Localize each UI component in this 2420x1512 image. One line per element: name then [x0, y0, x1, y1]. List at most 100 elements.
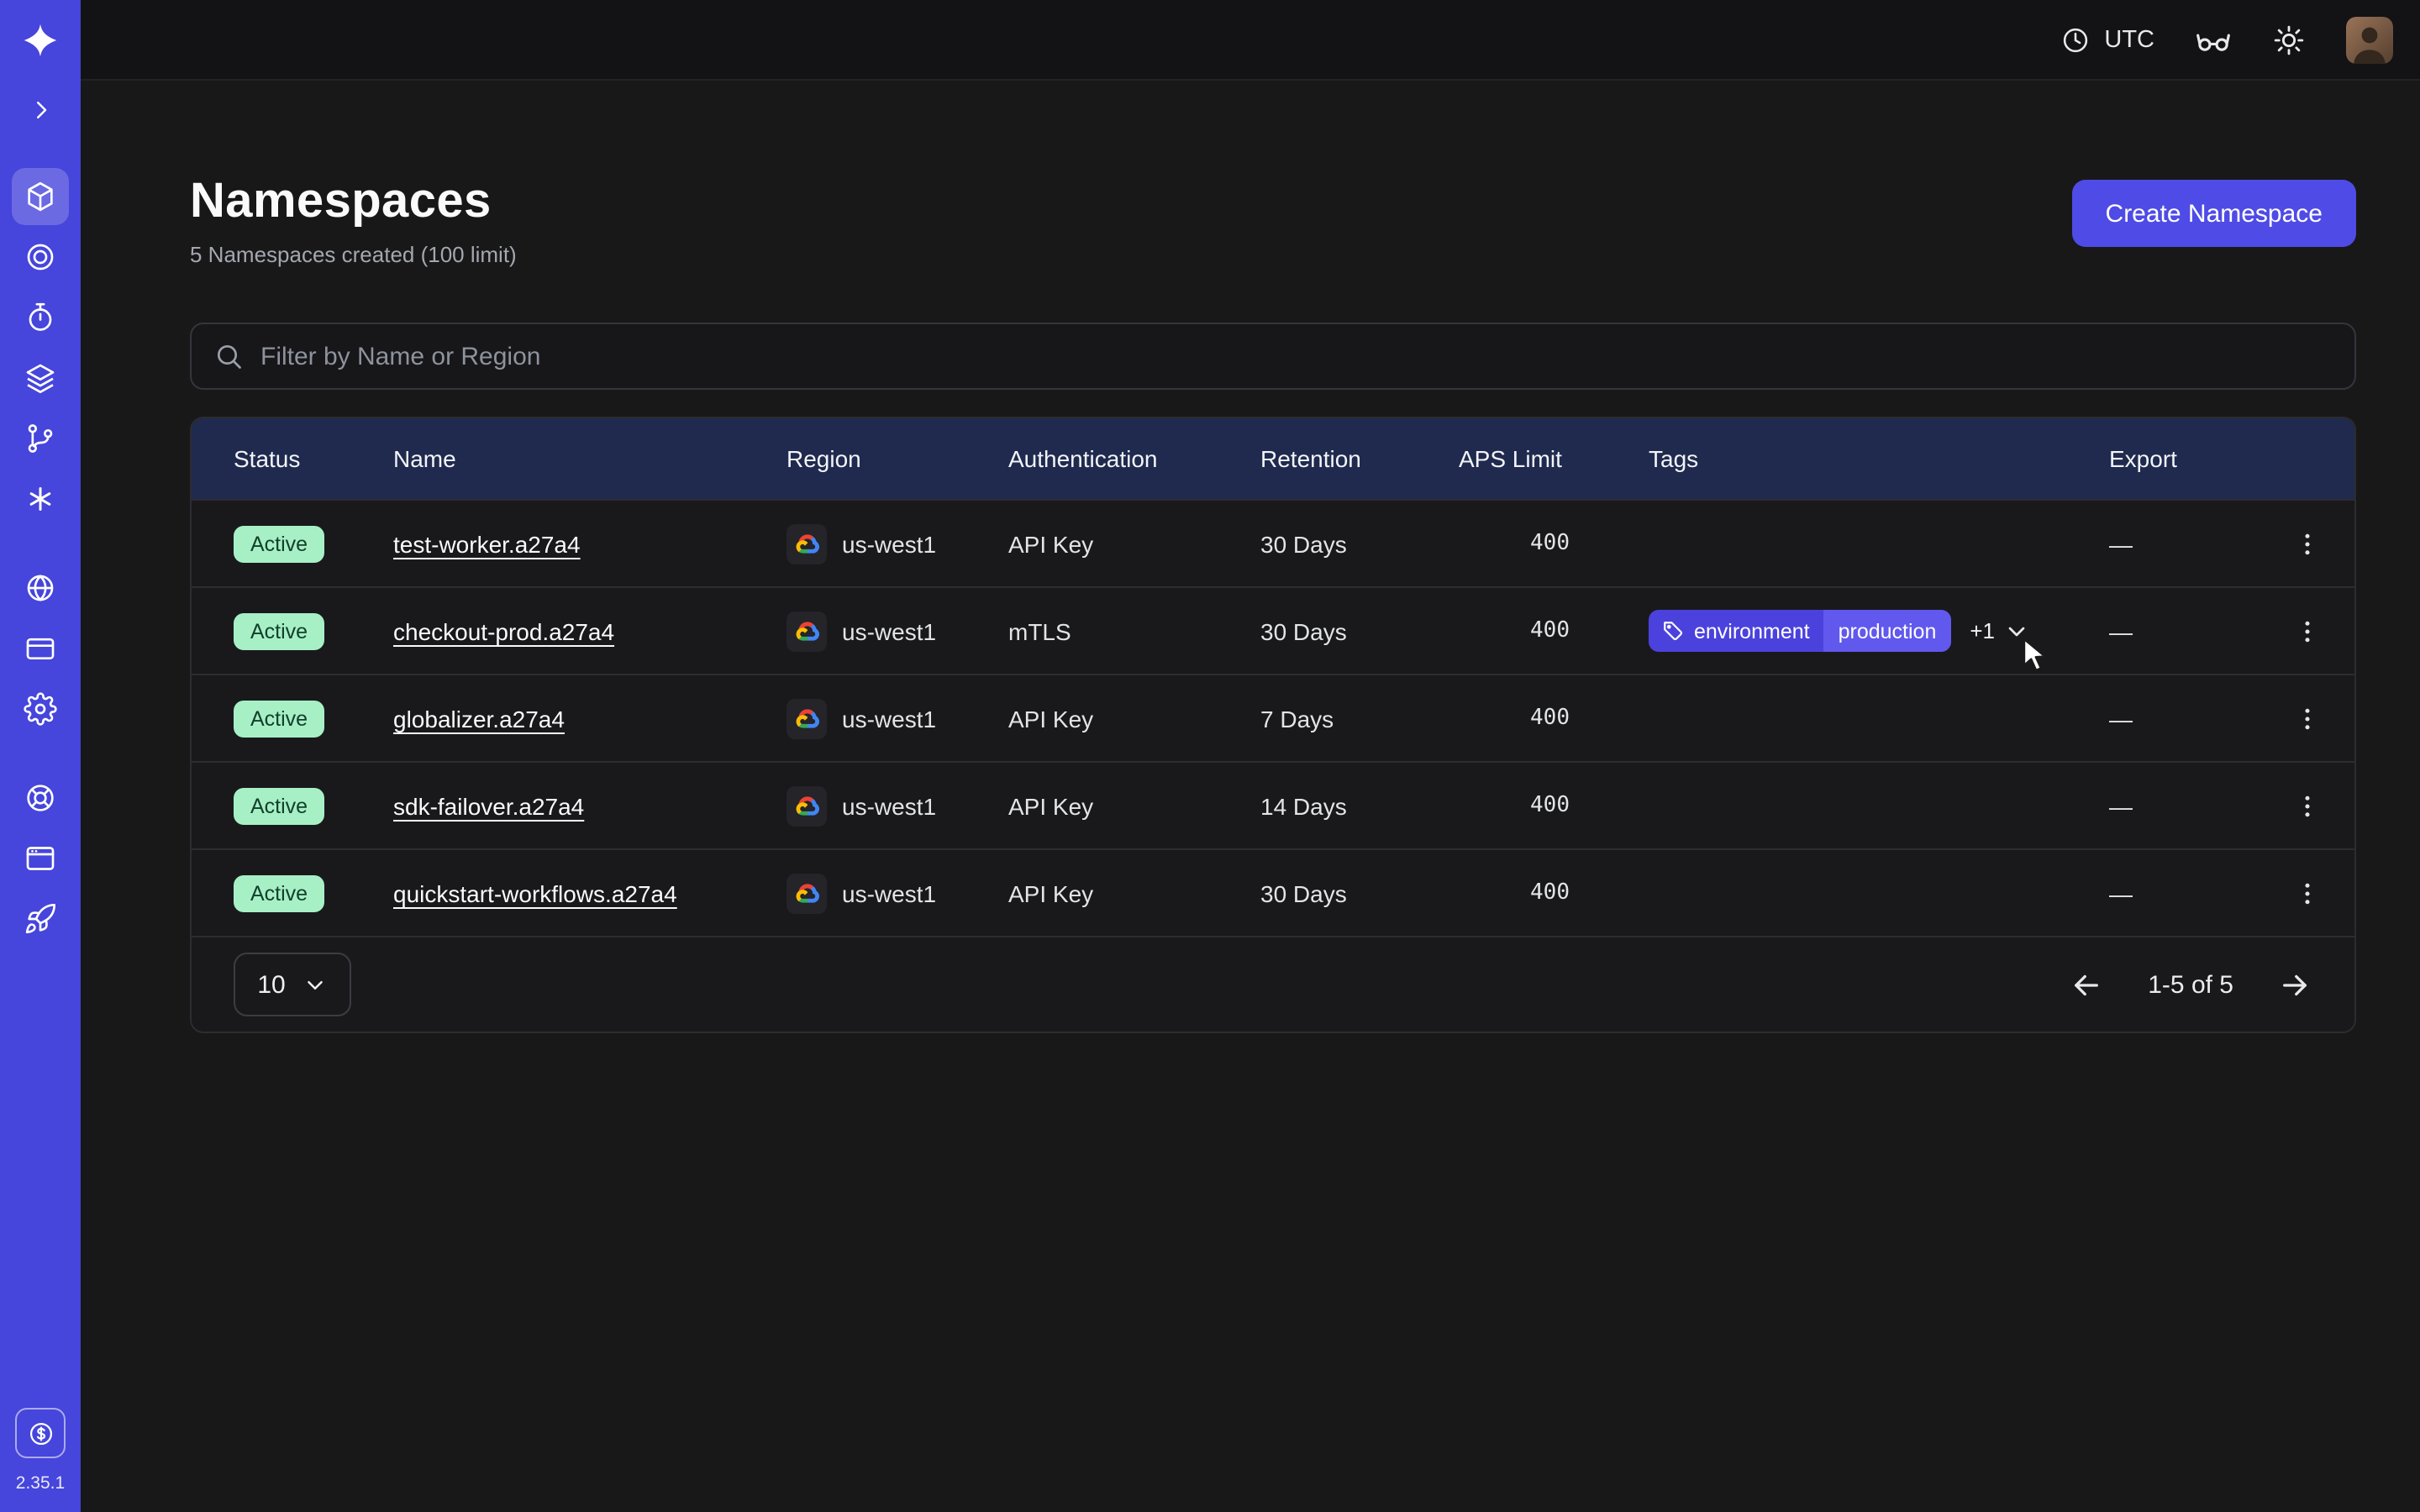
export-value: — [2109, 530, 2282, 557]
retention-label: 7 Days [1260, 705, 1459, 732]
gcp-icon [786, 523, 827, 564]
aps-limit-value: 400 [1459, 793, 1649, 818]
sidebar-expand-button[interactable] [17, 86, 64, 133]
expand-tags-button[interactable] [2003, 617, 2030, 644]
retention-label: 30 Days [1260, 879, 1459, 906]
table-row: Active sdk-failover.a27a4 us-west1 API K… [192, 761, 2354, 848]
status-badge: Active [234, 787, 324, 824]
clock-icon [2060, 24, 2091, 55]
column-header-export: Export [2109, 445, 2282, 472]
usage-button[interactable] [15, 1408, 66, 1458]
namespace-link[interactable]: sdk-failover.a27a4 [393, 792, 584, 819]
export-value: — [2109, 879, 2282, 906]
tags-cell: environment production +1 [1649, 610, 2109, 652]
version-label: 2.35.1 [16, 1473, 65, 1494]
export-value: — [2109, 617, 2282, 644]
aps-limit-value: 400 [1459, 880, 1649, 906]
namespace-link[interactable]: globalizer.a27a4 [393, 705, 565, 732]
table-row: Active globalizer.a27a4 us-west1 API Key… [192, 674, 2354, 761]
page-subtitle: 5 Namespaces created (100 limit) [190, 242, 517, 267]
namespaces-table: Status Name Region Authentication Retent… [190, 417, 2356, 1033]
status-badge: Active [234, 525, 324, 562]
namespace-link[interactable]: checkout-prod.a27a4 [393, 617, 614, 644]
sidebar-item-namespaces[interactable] [12, 168, 69, 225]
previous-page-button[interactable] [2069, 967, 2104, 1002]
table-header-row: Status Name Region Authentication Retent… [192, 418, 2354, 499]
export-value: — [2109, 792, 2282, 819]
status-badge: Active [234, 874, 324, 911]
row-menu-button[interactable] [2282, 693, 2333, 743]
arrow-right-icon [2277, 967, 2312, 1002]
timezone-selector[interactable]: UTC [2060, 24, 2154, 55]
column-header-tags: Tags [1649, 445, 2109, 472]
layers-icon [24, 361, 57, 395]
row-menu-button[interactable] [2282, 606, 2333, 656]
sidebar-item-billing[interactable] [12, 620, 69, 677]
timezone-label: UTC [2104, 26, 2154, 53]
gcp-icon [786, 698, 827, 738]
region-label: us-west1 [842, 792, 936, 819]
usage-icon [26, 1419, 55, 1447]
globe-icon [24, 571, 57, 605]
auth-label: API Key [1008, 792, 1260, 819]
page-size-select[interactable]: 10 [234, 953, 351, 1016]
column-header-status: Status [234, 445, 393, 472]
main-content: Namespaces 5 Namespaces created (100 lim… [81, 81, 2420, 1512]
region-label: us-west1 [842, 617, 936, 644]
region-label: us-west1 [842, 705, 936, 732]
sidebar-item-settings[interactable] [12, 680, 69, 738]
tag-key: environment [1694, 619, 1810, 643]
sidebar-item-nexus[interactable] [12, 410, 69, 467]
docs-icon [24, 842, 57, 875]
cube-icon [24, 180, 57, 213]
page-size-value: 10 [257, 970, 285, 999]
region-label: us-west1 [842, 879, 936, 906]
namespace-link[interactable]: test-worker.a27a4 [393, 530, 581, 557]
next-page-button[interactable] [2277, 967, 2312, 1002]
table-footer: 10 1-5 of 5 [192, 936, 2354, 1032]
sidebar-item-workflows[interactable] [12, 228, 69, 286]
column-header-region: Region [786, 445, 1008, 472]
aps-limit-value: 400 [1459, 531, 1649, 556]
logo-icon [22, 22, 59, 59]
sidebar-item-docs[interactable] [12, 830, 69, 887]
asterisk-icon [24, 482, 57, 516]
retention-label: 30 Days [1260, 617, 1459, 644]
table-row: Active test-worker.a27a4 us-west1 API Ke… [192, 499, 2354, 586]
sidebar-item-schedules[interactable] [12, 289, 69, 346]
sidebar: 2.35.1 [0, 0, 81, 1512]
avatar[interactable] [2346, 16, 2393, 63]
retention-label: 30 Days [1260, 530, 1459, 557]
sidebar-item-getting-started[interactable] [12, 890, 69, 948]
labs-toggle-button[interactable] [2195, 21, 2232, 58]
search-input[interactable] [260, 342, 2333, 370]
sidebar-item-regions[interactable] [12, 559, 69, 617]
card-icon [24, 632, 57, 665]
row-menu-button[interactable] [2282, 868, 2333, 918]
namespace-link[interactable]: quickstart-workflows.a27a4 [393, 879, 677, 906]
sun-icon [2272, 23, 2306, 56]
column-header-name: Name [393, 445, 786, 472]
table-row: Active checkout-prod.a27a4 us-west1 mTLS… [192, 586, 2354, 674]
tag-icon [1662, 620, 1684, 642]
sidebar-item-support[interactable] [12, 769, 69, 827]
row-menu-button[interactable] [2282, 518, 2333, 569]
sidebar-item-batch[interactable] [12, 470, 69, 528]
tag-value: production [1823, 610, 1952, 652]
row-menu-button[interactable] [2282, 780, 2333, 831]
gcp-icon [786, 611, 827, 651]
gear-icon [24, 692, 57, 726]
chevron-down-icon [302, 972, 328, 997]
tag-pill[interactable]: environment production [1649, 610, 1951, 652]
app-root: 2.35.1 UTC Namespaces 5 Namespaces creat… [0, 0, 2420, 1512]
auth-label: API Key [1008, 879, 1260, 906]
auth-label: API Key [1008, 705, 1260, 732]
more-tags-count: +1 [1970, 618, 1995, 643]
status-badge: Active [234, 612, 324, 649]
theme-toggle-button[interactable] [2272, 23, 2306, 56]
retention-label: 14 Days [1260, 792, 1459, 819]
glasses-icon [2195, 21, 2232, 58]
create-namespace-button[interactable]: Create Namespace [2072, 180, 2356, 247]
rocket-icon [24, 902, 57, 936]
sidebar-item-deployments[interactable] [12, 349, 69, 407]
